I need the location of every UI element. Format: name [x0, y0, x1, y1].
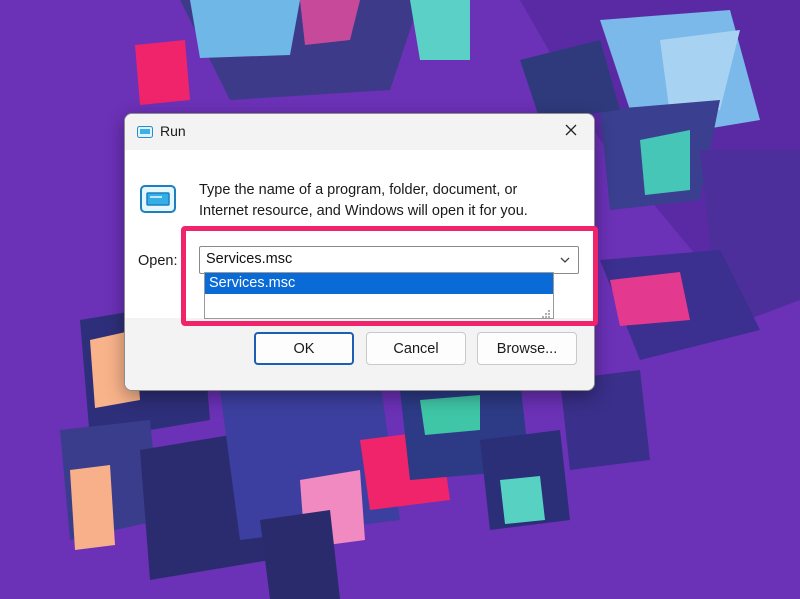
window-title: Run	[160, 123, 186, 139]
highlight-box	[181, 226, 598, 326]
open-label: Open:	[138, 253, 178, 269]
title-bar: Run	[125, 114, 594, 150]
close-icon	[565, 123, 577, 141]
button-bar: OK Cancel Browse...	[125, 318, 594, 390]
instruction-text: Type the name of a program, folder, docu…	[199, 182, 528, 219]
ok-button[interactable]: OK	[254, 332, 354, 365]
cancel-button[interactable]: Cancel	[366, 332, 466, 365]
run-app-icon	[139, 184, 177, 216]
browse-button[interactable]: Browse...	[477, 332, 577, 365]
close-button[interactable]	[548, 114, 594, 150]
run-icon	[137, 125, 153, 138]
browse-label: Browse...	[496, 340, 558, 357]
